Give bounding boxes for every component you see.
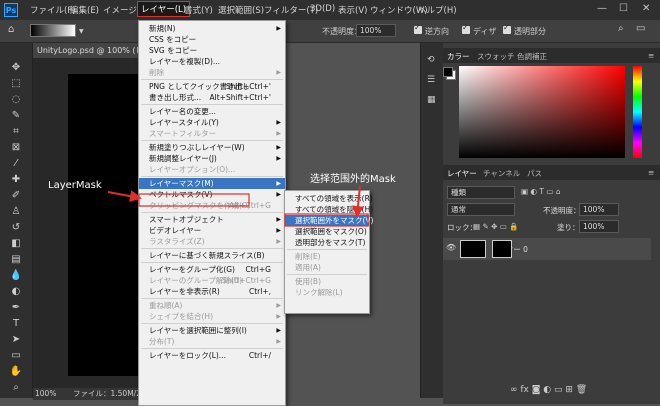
right-arrow bbox=[352, 185, 364, 218]
annotation-left-label: LayerMask bbox=[48, 180, 102, 191]
annotation-arrows bbox=[107, 185, 369, 227]
left-arrow bbox=[107, 190, 142, 203]
highlight-box-left bbox=[138, 193, 250, 207]
highlight-box-right bbox=[284, 213, 369, 227]
annotation-right-label: 选择范围外的Mask bbox=[310, 174, 396, 185]
